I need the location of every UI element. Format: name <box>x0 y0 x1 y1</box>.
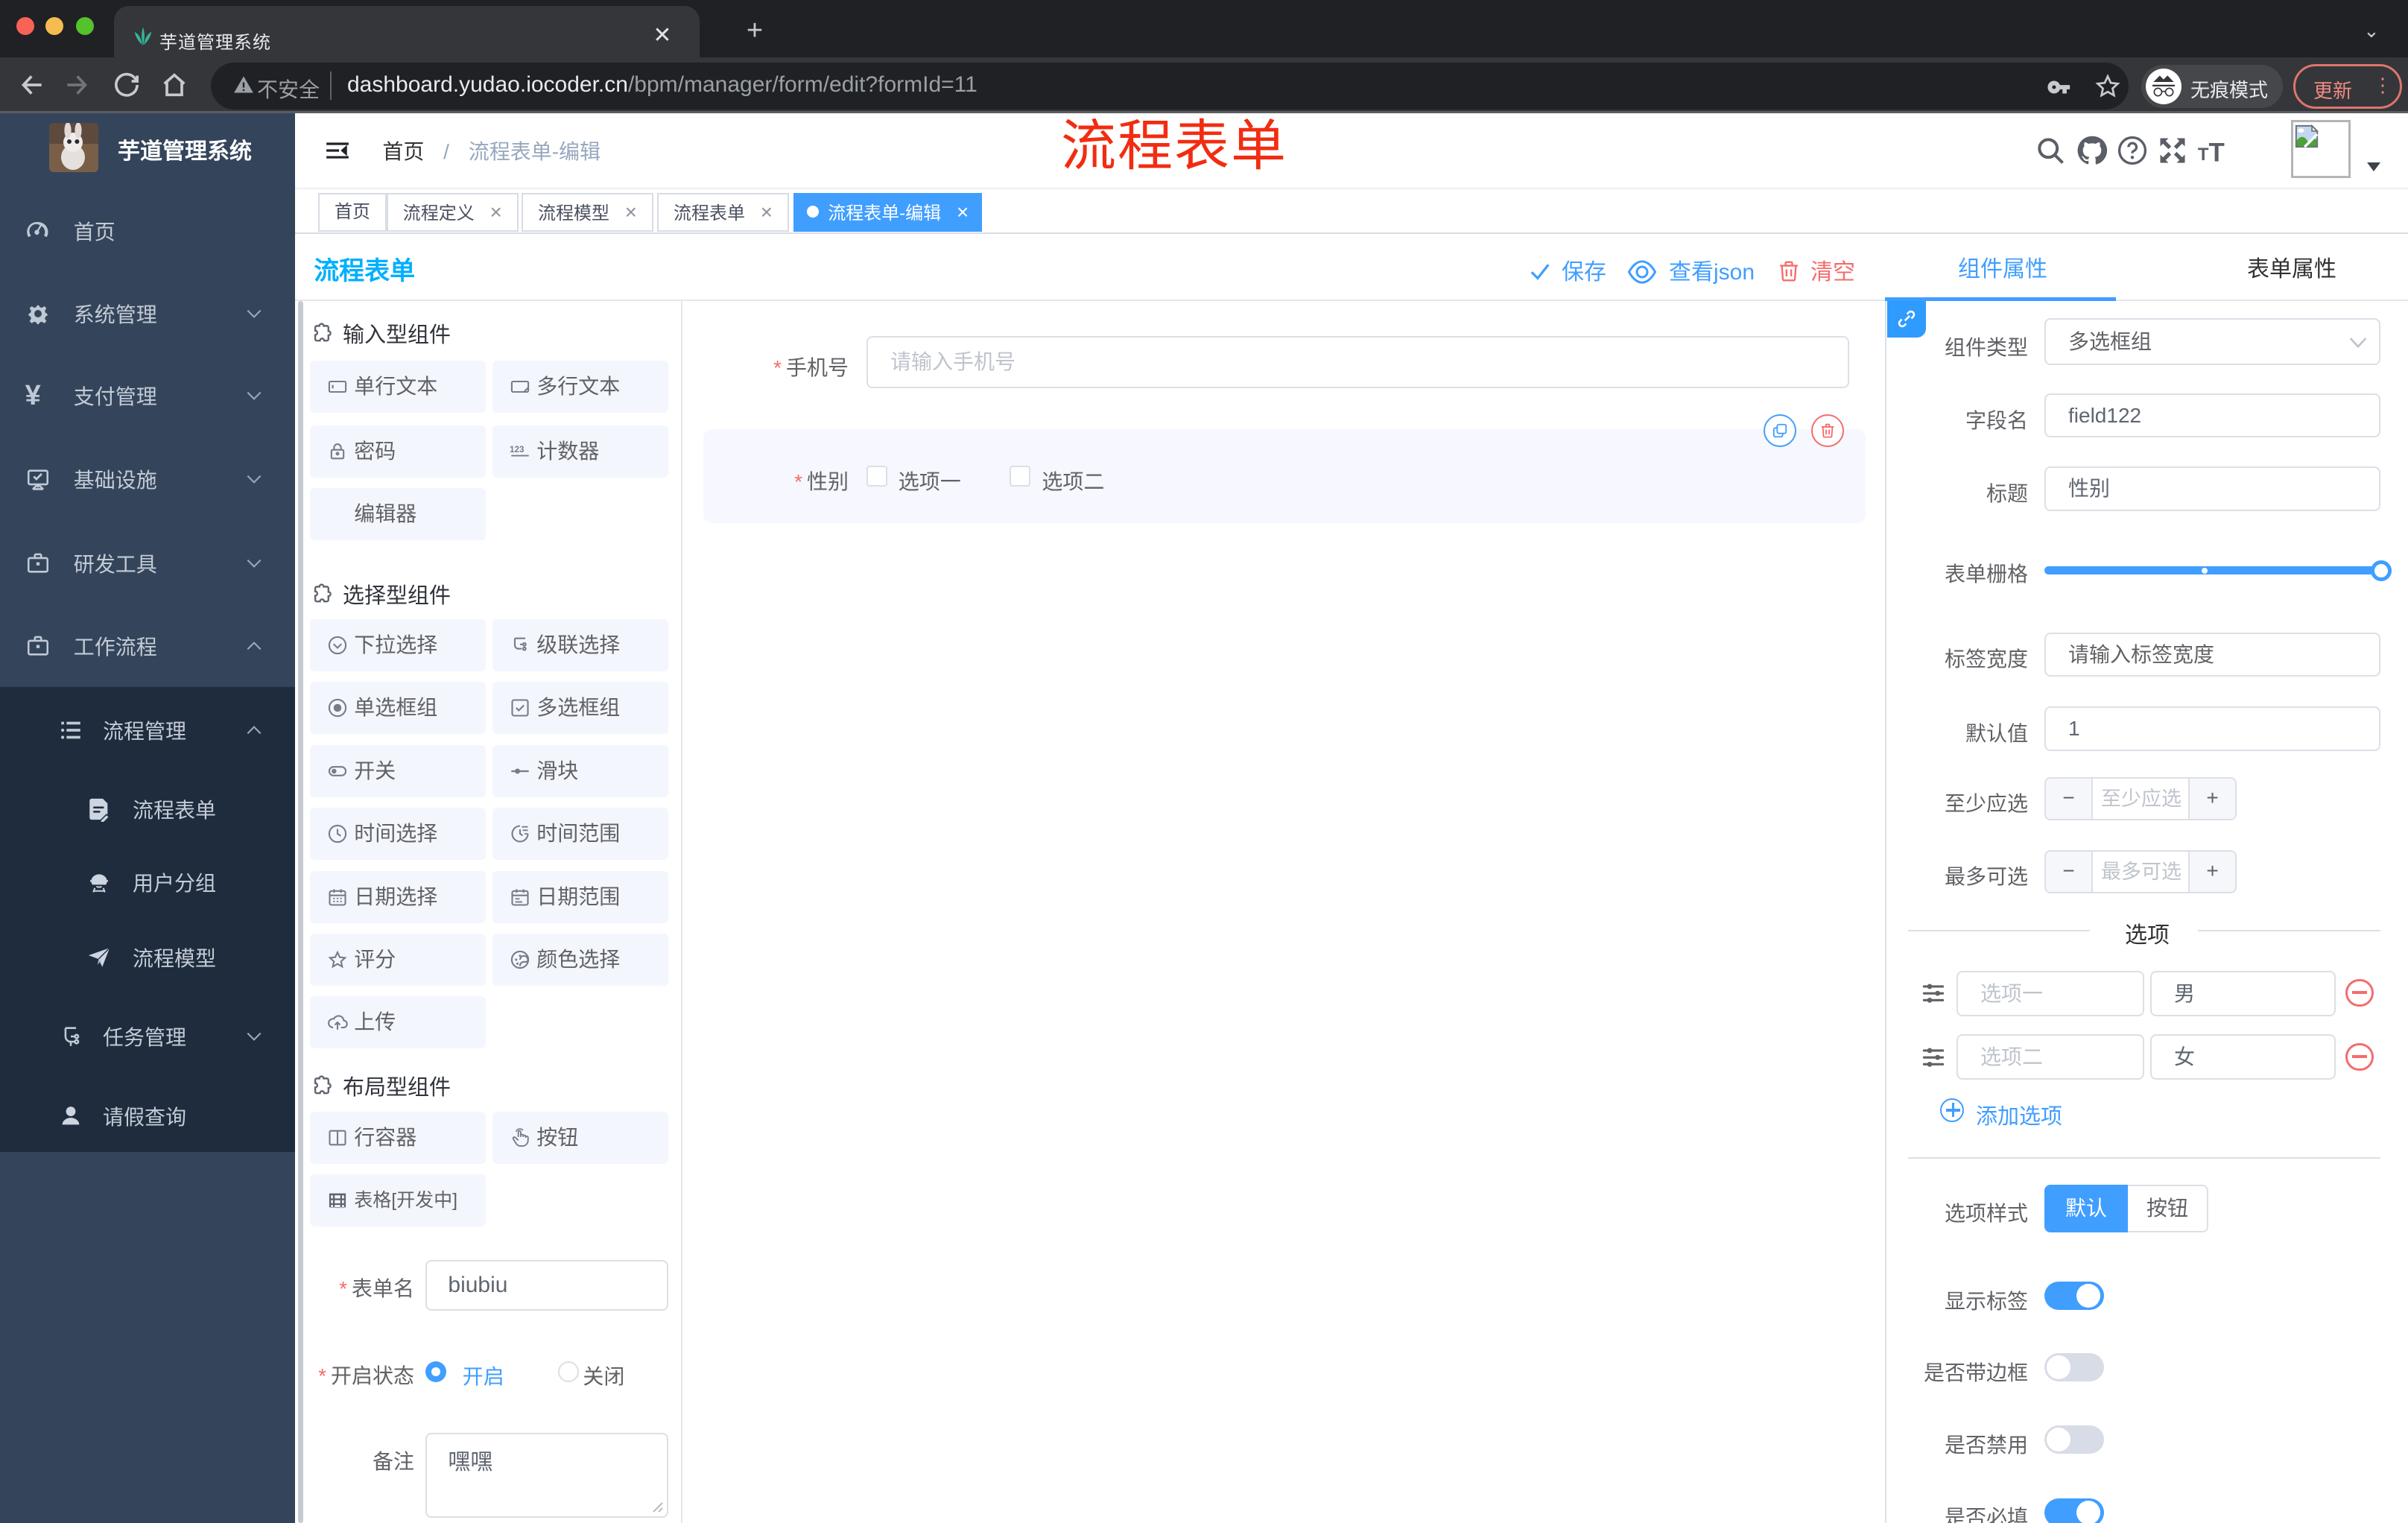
svg-text:T: T <box>2198 145 2209 165</box>
svg-text:123: 123 <box>510 445 525 455</box>
svg-text:T: T <box>2209 139 2225 167</box>
